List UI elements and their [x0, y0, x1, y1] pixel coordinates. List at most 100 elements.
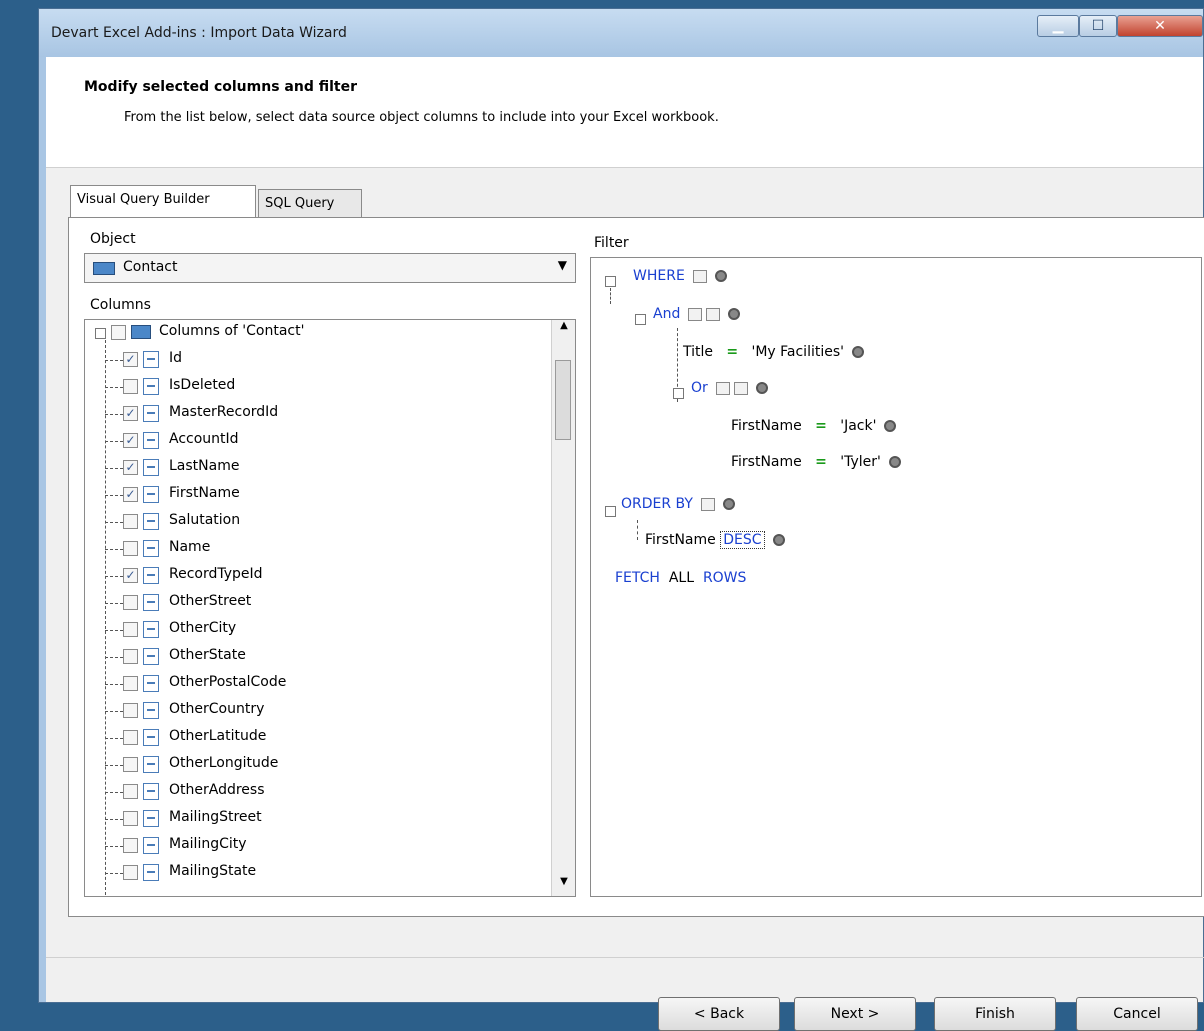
column-row[interactable]: IsDeleted	[85, 374, 545, 401]
column-checkbox[interactable]: ✓	[123, 568, 138, 583]
condition-value[interactable]: 'Jack'	[840, 418, 876, 434]
fetch-all[interactable]: ALL	[669, 570, 694, 586]
tab-visual-query-builder[interactable]: Visual Query Builder	[70, 185, 256, 219]
column-checkbox[interactable]	[123, 811, 138, 826]
delete-icon[interactable]	[728, 308, 741, 320]
collapse-icon[interactable]	[95, 328, 106, 339]
scroll-up-arrow-icon[interactable]: ▲	[552, 320, 575, 340]
order-field[interactable]: FirstName	[645, 532, 716, 548]
column-row[interactable]: OtherLongitude	[85, 752, 545, 779]
column-row[interactable]: ✓ MasterRecordId	[85, 401, 545, 428]
column-checkbox[interactable]	[123, 757, 138, 772]
column-checkbox[interactable]	[123, 541, 138, 556]
column-row[interactable]: MailingStreet	[85, 806, 545, 833]
column-row[interactable]: OtherLatitude	[85, 725, 545, 752]
maximize-button[interactable]: ☐	[1079, 15, 1117, 37]
column-checkbox[interactable]	[123, 784, 138, 799]
root-checkbox[interactable]	[111, 325, 126, 340]
column-row[interactable]: OtherCity	[85, 617, 545, 644]
order-by-item[interactable]: FirstName DESC	[645, 531, 785, 549]
minimize-button[interactable]: ▁	[1037, 15, 1079, 37]
condition-value[interactable]: 'My Facilities'	[751, 344, 844, 360]
condition-operator[interactable]: =	[815, 418, 827, 434]
where-node[interactable]: WHERE	[633, 268, 727, 284]
collapse-icon[interactable]	[635, 314, 646, 325]
column-row[interactable]: MailingState	[85, 860, 545, 887]
condition-firstname-2[interactable]: FirstName = 'Tyler'	[731, 454, 901, 470]
delete-icon[interactable]	[722, 498, 735, 510]
scroll-thumb[interactable]	[555, 360, 571, 440]
condition-field[interactable]: Title	[683, 344, 713, 360]
fetch-rows[interactable]: ROWS	[703, 570, 746, 586]
object-select[interactable]: Contact ▼	[84, 253, 576, 283]
column-row[interactable]: ✓ Id	[85, 347, 545, 374]
fetch-node[interactable]: FETCH ALL ROWS	[615, 570, 746, 586]
tab-sql-query[interactable]: SQL Query	[258, 189, 362, 219]
condition-title[interactable]: Title = 'My Facilities'	[683, 344, 864, 360]
column-checkbox[interactable]: ✓	[123, 460, 138, 475]
where-keyword[interactable]: WHERE	[633, 268, 685, 284]
tree-root[interactable]: Columns of 'Contact'	[85, 320, 545, 347]
fetch-keyword[interactable]: FETCH	[615, 570, 660, 586]
order-direction[interactable]: DESC	[720, 531, 765, 549]
column-checkbox[interactable]	[123, 703, 138, 718]
add-condition-icon[interactable]	[692, 269, 707, 283]
order-by-node[interactable]: ORDER BY	[621, 496, 735, 512]
add-sort-icon[interactable]	[700, 497, 715, 511]
condition-field[interactable]: FirstName	[731, 418, 802, 434]
condition-firstname-1[interactable]: FirstName = 'Jack'	[731, 418, 897, 434]
column-checkbox[interactable]	[123, 622, 138, 637]
column-checkbox[interactable]	[123, 514, 138, 529]
delete-icon[interactable]	[755, 382, 768, 394]
add-group-icon[interactable]	[706, 307, 721, 321]
column-row[interactable]: OtherState	[85, 644, 545, 671]
delete-icon[interactable]	[851, 346, 864, 358]
column-checkbox[interactable]: ✓	[123, 487, 138, 502]
columns-tree[interactable]: Columns of 'Contact' ✓ Id IsDeleted ✓ Master…	[84, 319, 576, 897]
collapse-icon[interactable]	[673, 388, 684, 399]
add-condition-icon[interactable]	[688, 307, 703, 321]
column-checkbox[interactable]	[123, 676, 138, 691]
delete-icon[interactable]	[772, 534, 785, 546]
or-group-node[interactable]: Or	[691, 380, 768, 396]
condition-field[interactable]: FirstName	[731, 454, 802, 470]
column-row[interactable]: ✓ LastName	[85, 455, 545, 482]
delete-icon[interactable]	[888, 456, 901, 468]
column-row[interactable]: Name	[85, 536, 545, 563]
column-checkbox[interactable]	[123, 730, 138, 745]
add-group-icon[interactable]	[733, 381, 748, 395]
vertical-scrollbar[interactable]: ▲ ▼	[551, 320, 575, 896]
column-row[interactable]: ✓ RecordTypeId	[85, 563, 545, 590]
column-row[interactable]: OtherAddress	[85, 779, 545, 806]
condition-operator[interactable]: =	[726, 344, 738, 360]
condition-operator[interactable]: =	[815, 454, 827, 470]
close-button[interactable]: ✕	[1117, 15, 1203, 37]
delete-icon[interactable]	[884, 420, 897, 432]
column-checkbox[interactable]	[123, 865, 138, 880]
column-row[interactable]: Salutation	[85, 509, 545, 536]
collapse-icon[interactable]	[605, 276, 616, 287]
add-condition-icon[interactable]	[715, 381, 730, 395]
column-row[interactable]: ✓ AccountId	[85, 428, 545, 455]
delete-icon[interactable]	[714, 270, 727, 282]
next-button[interactable]: Next >	[794, 997, 916, 1031]
column-row[interactable]: ✓ FirstName	[85, 482, 545, 509]
column-checkbox[interactable]	[123, 838, 138, 853]
or-keyword[interactable]: Or	[691, 380, 708, 396]
column-checkbox[interactable]: ✓	[123, 406, 138, 421]
column-row[interactable]: MailingCity	[85, 833, 545, 860]
back-button[interactable]: < Back	[658, 997, 780, 1031]
filter-tree[interactable]: WHERE And Title = 'My Facilities' Or Fir…	[590, 257, 1202, 897]
column-row[interactable]: OtherStreet	[85, 590, 545, 617]
finish-button[interactable]: Finish	[934, 997, 1056, 1031]
cancel-button[interactable]: Cancel	[1076, 997, 1198, 1031]
column-row[interactable]: OtherCountry	[85, 698, 545, 725]
and-group-node[interactable]: And	[653, 306, 741, 322]
column-checkbox[interactable]: ✓	[123, 433, 138, 448]
condition-value[interactable]: 'Tyler'	[840, 454, 881, 470]
column-row[interactable]: OtherPostalCode	[85, 671, 545, 698]
and-keyword[interactable]: And	[653, 306, 680, 322]
order-by-keyword[interactable]: ORDER BY	[621, 496, 693, 512]
column-checkbox[interactable]	[123, 379, 138, 394]
column-checkbox[interactable]	[123, 649, 138, 664]
